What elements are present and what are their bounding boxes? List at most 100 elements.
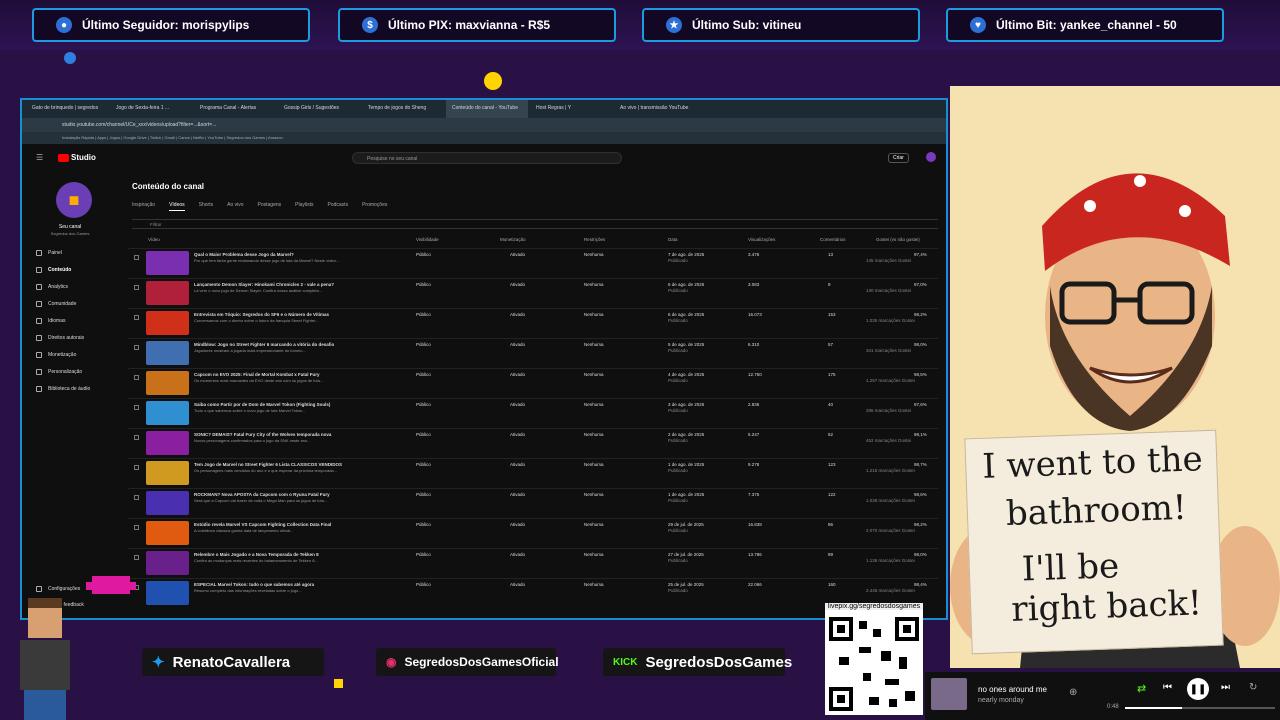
nav-item-idiomas[interactable]: Idiomas	[36, 318, 66, 324]
video-thumbnail[interactable]	[146, 311, 189, 335]
visibility-value[interactable]: Público	[416, 402, 431, 407]
monetization-value[interactable]: Ativado	[510, 552, 525, 557]
row-checkbox[interactable]	[134, 315, 139, 320]
visibility-value[interactable]: Público	[416, 432, 431, 437]
monetization-value[interactable]: Ativado	[510, 492, 525, 497]
monetization-value[interactable]: Ativado	[510, 372, 525, 377]
video-thumbnail[interactable]	[146, 401, 189, 425]
visibility-value[interactable]: Público	[416, 492, 431, 497]
channel-avatar[interactable]: ■	[56, 182, 92, 218]
video-title[interactable]: Entrevista em Tóquio: Segredos do SF6 e …	[194, 312, 394, 317]
nav-item-direitos[interactable]: Direitos autorais	[36, 335, 84, 341]
row-checkbox[interactable]	[134, 345, 139, 350]
col-restrictions[interactable]: Restrições	[584, 237, 605, 242]
pause-button[interactable]: ❚❚	[1187, 678, 1209, 700]
browser-tab[interactable]: Host Regras | Y	[530, 100, 612, 118]
video-title[interactable]: Tem Jogo de Marvel no Street Fighter 6 L…	[194, 462, 394, 467]
nav-item-comunidade[interactable]: Comunidade	[36, 301, 76, 307]
nav-item-painel[interactable]: Painel	[36, 250, 62, 256]
avatar[interactable]	[926, 152, 936, 162]
tab-postagens[interactable]: Postagens	[258, 202, 282, 211]
row-checkbox[interactable]	[134, 375, 139, 380]
col-views[interactable]: Visualizações	[748, 237, 775, 242]
browser-tab[interactable]: Programa Canal - Alertas	[194, 100, 276, 118]
nav-item-settings[interactable]: Configurações	[36, 586, 80, 592]
video-title[interactable]: Mindblow: Jogo no Street Fighter 6 marca…	[194, 342, 394, 347]
monetization-value[interactable]: Ativado	[510, 312, 525, 317]
video-thumbnail[interactable]	[146, 251, 189, 275]
row-checkbox[interactable]	[134, 285, 139, 290]
row-checkbox[interactable]	[134, 495, 139, 500]
tab-inspiracao[interactable]: Inspiração	[132, 202, 155, 211]
video-thumbnail[interactable]	[146, 431, 189, 455]
visibility-value[interactable]: Público	[416, 522, 431, 527]
row-checkbox[interactable]	[134, 555, 139, 560]
tab-ao-vivo[interactable]: Ao vivo	[227, 202, 243, 211]
table-row[interactable]: Saiba como Partir por de Dom de Marvel T…	[128, 398, 938, 428]
table-row[interactable]: SONIC? DEMAIS? Fatal Fury City of the Wo…	[128, 428, 938, 458]
browser-tab[interactable]: Gato de brinquedo | segredos	[26, 100, 108, 118]
video-thumbnail[interactable]	[146, 281, 189, 305]
col-monetization[interactable]: Monetização	[500, 237, 526, 242]
social-twitter[interactable]: ✦ RenatoCavallera	[142, 648, 324, 676]
video-title[interactable]: Qual o Maior Problema desse Jogo da Marv…	[194, 252, 394, 257]
table-row[interactable]: Capcom no EVO 2025: Final de Mortal Komb…	[128, 368, 938, 398]
monetization-value[interactable]: Ativado	[510, 252, 525, 257]
monetization-value[interactable]: Ativado	[510, 522, 525, 527]
col-comments[interactable]: Comentários	[820, 237, 846, 242]
visibility-value[interactable]: Público	[416, 552, 431, 557]
browser-tab[interactable]: Tempo de jogos do Sheng	[362, 100, 444, 118]
col-visibility[interactable]: Visibilidade	[416, 237, 439, 242]
col-date[interactable]: Data	[668, 237, 678, 242]
visibility-value[interactable]: Público	[416, 252, 431, 257]
video-thumbnail[interactable]	[146, 461, 189, 485]
tab-podcasts[interactable]: Podcasts	[328, 202, 349, 211]
video-thumbnail[interactable]	[146, 341, 189, 365]
table-row[interactable]: Lançamento Demon Slayer: Hinokami Chroni…	[128, 278, 938, 308]
video-title[interactable]: Capcom no EVO 2025: Final de Mortal Komb…	[194, 372, 394, 377]
video-thumbnail[interactable]	[146, 371, 189, 395]
col-likes[interactable]: Gostei (vs não gostei)	[876, 237, 920, 242]
progress-bar[interactable]	[1125, 707, 1275, 709]
monetization-value[interactable]: Ativado	[510, 582, 525, 587]
visibility-value[interactable]: Público	[416, 312, 431, 317]
col-video[interactable]: Vídeo	[148, 237, 160, 242]
video-thumbnail[interactable]	[146, 551, 189, 575]
visibility-value[interactable]: Público	[416, 462, 431, 467]
tab-playlists[interactable]: Playlists	[295, 202, 313, 211]
tab-videos[interactable]: Vídeos	[169, 202, 185, 211]
nav-item-analytics[interactable]: Analytics	[36, 284, 68, 290]
monetization-value[interactable]: Ativado	[510, 402, 525, 407]
video-title[interactable]: ESPECIAL Marvel Tokon: tudo o que sabemo…	[194, 582, 394, 587]
monetization-value[interactable]: Ativado	[510, 342, 525, 347]
studio-logo[interactable]: Studio	[58, 153, 96, 162]
monetization-value[interactable]: Ativado	[510, 282, 525, 287]
visibility-value[interactable]: Público	[416, 372, 431, 377]
table-row[interactable]: Mindblow: Jogo no Street Fighter 6 marca…	[128, 338, 938, 368]
monetization-value[interactable]: Ativado	[510, 432, 525, 437]
table-row[interactable]: ESPECIAL Marvel Tokon: tudo o que sabemo…	[128, 578, 938, 608]
bookmarks-bar[interactable]: Instalação Rápida | Apps | Jogos | Googl…	[22, 132, 946, 144]
row-checkbox[interactable]	[134, 465, 139, 470]
row-checkbox[interactable]	[134, 525, 139, 530]
browser-tab[interactable]: Gossip Girls / Sugestões	[278, 100, 360, 118]
visibility-value[interactable]: Público	[416, 582, 431, 587]
visibility-value[interactable]: Público	[416, 342, 431, 347]
browser-tab[interactable]: Jogo de Sexta-feira 1 ...	[110, 100, 192, 118]
table-row[interactable]: Qual o Maior Problema desse Jogo da Marv…	[128, 248, 938, 278]
add-icon[interactable]: ⊕	[1069, 687, 1077, 698]
repeat-icon[interactable]: ↻	[1249, 682, 1257, 693]
row-checkbox[interactable]	[134, 255, 139, 260]
video-title[interactable]: Lançamento Demon Slayer: Hinokami Chroni…	[194, 282, 394, 287]
social-kick[interactable]: KICK SegredosDosGames	[603, 648, 792, 676]
menu-icon[interactable]: ☰	[36, 153, 43, 162]
previous-icon[interactable]: ⏮	[1163, 682, 1172, 693]
next-icon[interactable]: ⏭	[1221, 682, 1230, 693]
visibility-value[interactable]: Público	[416, 282, 431, 287]
row-checkbox[interactable]	[134, 405, 139, 410]
video-title[interactable]: Saiba como Partir por de Dom de Marvel T…	[194, 402, 394, 407]
nav-item-conteudo[interactable]: Conteúdo	[36, 267, 71, 273]
qr-code[interactable]: livepix.gg/segredosdosgames	[825, 603, 923, 715]
nav-item-personalizacao[interactable]: Personalização	[36, 369, 82, 375]
row-checkbox[interactable]	[134, 435, 139, 440]
